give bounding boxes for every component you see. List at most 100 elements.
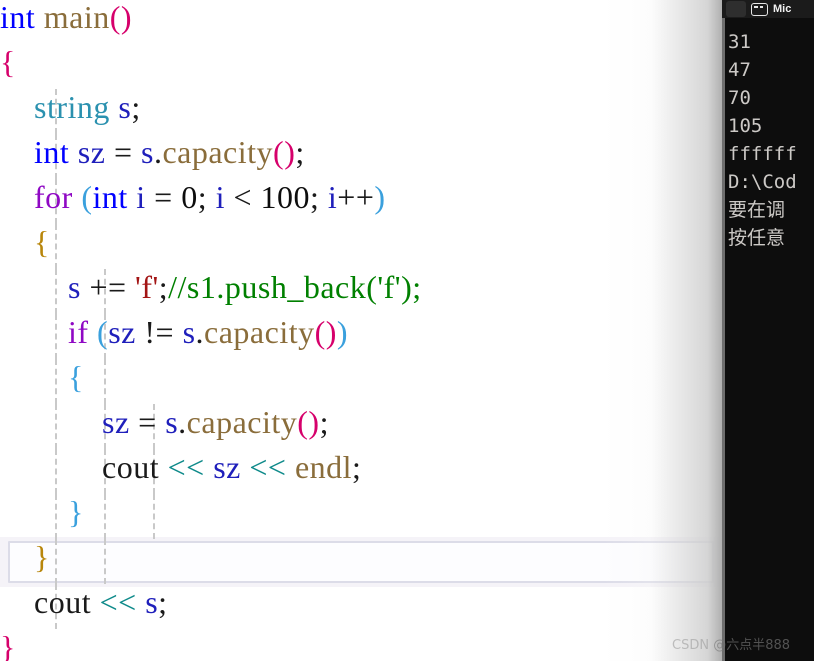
code-token: 100 (260, 179, 311, 215)
code-line[interactable]: for (int i = 0; i < 100; i++) (0, 175, 722, 220)
code-token: sz (102, 404, 130, 440)
code-line[interactable]: } (0, 625, 722, 661)
code-token: ; (310, 179, 328, 215)
code-token: s (145, 584, 159, 620)
code-token: i (136, 179, 146, 215)
console-window[interactable]: Mic 31 47 70 105 ffffff D:\Cod 要在调 按任意 (722, 0, 814, 661)
code-token: { (34, 224, 50, 260)
screenshot-root: int main(){ string s; int sz = s.capacit… (0, 0, 814, 661)
code-token: = (145, 179, 182, 215)
code-line[interactable]: cout << sz << endl; (0, 445, 722, 490)
code-token: cout (102, 449, 160, 485)
code-line[interactable]: { (0, 220, 722, 265)
code-token: ; (158, 584, 168, 620)
code-token: int (0, 0, 36, 35)
console-line: 要在调 (728, 199, 786, 221)
code-token: string (34, 89, 110, 125)
code-line[interactable]: s += 'f';//s1.push_back('f'); (0, 265, 722, 310)
code-token: << (91, 584, 146, 620)
console-title: Mic (773, 3, 792, 15)
code-line[interactable]: } (0, 490, 722, 535)
code-token: sz (108, 314, 136, 350)
code-token: { (0, 44, 16, 80)
terminal-icon (751, 2, 768, 16)
code-token: ; (131, 89, 141, 125)
console-line: 70 (728, 87, 751, 109)
code-token: += (80, 269, 136, 305)
code-token: ; (319, 404, 329, 440)
code-token: { (68, 359, 84, 395)
code-token: for (34, 179, 73, 215)
code-token: != (135, 314, 183, 350)
code-token: capacity (204, 314, 315, 350)
code-token: main (43, 0, 110, 35)
code-token: << (159, 449, 214, 485)
code-line[interactable]: cout << s; (0, 580, 722, 625)
code-line[interactable]: { (0, 40, 722, 85)
code-token: ++ (337, 179, 375, 215)
code-token: ( (81, 179, 93, 215)
code-token: s (140, 134, 154, 170)
code-token: () (314, 314, 337, 350)
code-token: () (109, 0, 133, 35)
code-line[interactable]: string s; (0, 85, 722, 130)
code-token: sz (77, 134, 106, 170)
code-token: } (0, 629, 16, 661)
console-tab-chip[interactable] (726, 1, 746, 17)
code-token: ) (374, 179, 386, 215)
code-line[interactable]: int main() (0, 0, 722, 40)
code-token: . (153, 134, 163, 170)
code-token: < (224, 179, 261, 215)
code-token: = (129, 404, 166, 440)
code-token: . (178, 404, 187, 440)
console-titlebar[interactable]: Mic (722, 0, 814, 18)
code-token: sz (213, 449, 241, 485)
code-token: ; (158, 269, 169, 305)
code-line[interactable]: { (0, 355, 722, 400)
code-token: int (34, 134, 70, 170)
console-left-border (722, 18, 725, 661)
code-token: << (240, 449, 295, 485)
console-line: 105 (728, 115, 763, 137)
console-line: D:\Cod (728, 171, 797, 193)
code-token: i (215, 179, 225, 215)
code-token: cout (34, 584, 92, 620)
code-token: ; (352, 449, 362, 485)
code-token: ; (295, 134, 305, 170)
code-token: if (68, 314, 89, 350)
code-token: ) (336, 314, 349, 350)
code-token: s (165, 404, 179, 440)
code-token: s (182, 314, 196, 350)
console-output: 31 47 70 105 ffffff D:\Cod 要在调 按任意 (728, 28, 814, 252)
code-token: ( (97, 314, 109, 350)
code-token: 'f' (135, 269, 159, 305)
code-editor[interactable]: int main(){ string s; int sz = s.capacit… (0, 0, 722, 661)
code-token: capacity (186, 404, 298, 440)
code-token: int (92, 179, 128, 215)
code-token: s (68, 269, 81, 305)
code-line[interactable]: int sz = s.capacity(); (0, 130, 722, 175)
code-line[interactable]: sz = s.capacity(); (0, 400, 722, 445)
code-line[interactable]: if (sz != s.capacity()) (0, 310, 722, 355)
console-line: 31 (728, 31, 751, 53)
console-line: ffffff (728, 143, 797, 165)
code-line[interactable]: } (0, 535, 722, 580)
